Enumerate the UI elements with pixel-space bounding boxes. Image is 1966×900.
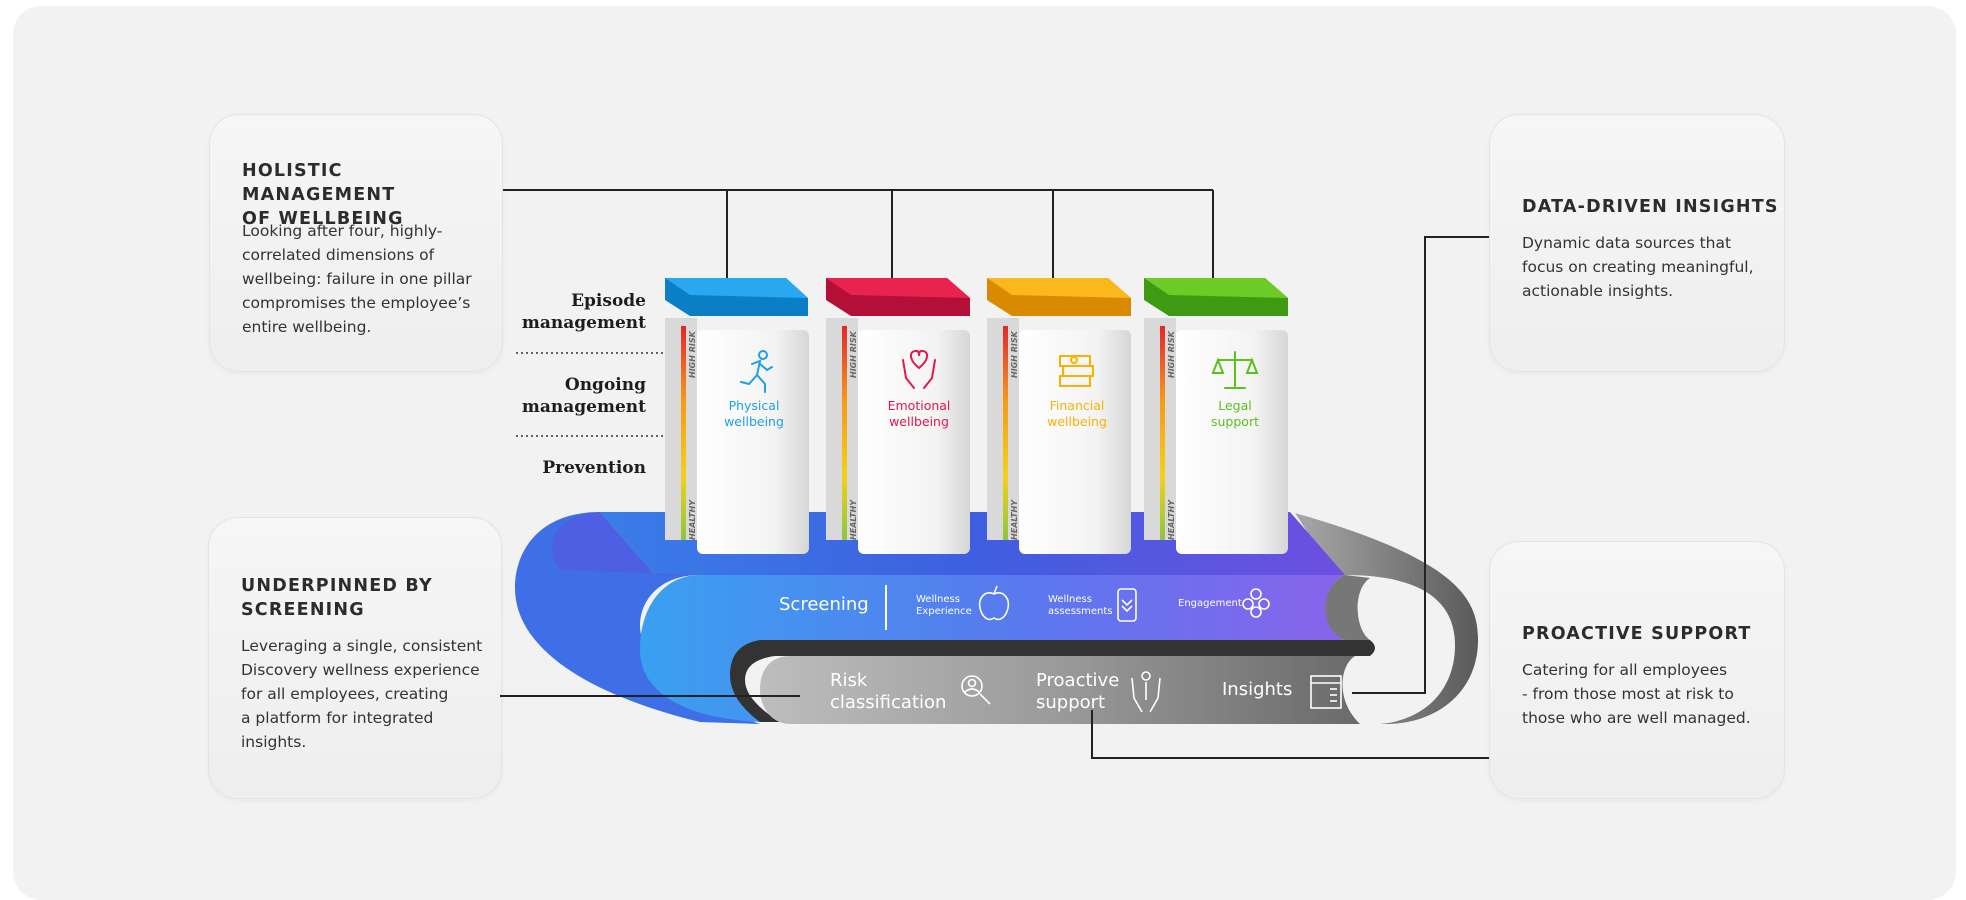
financial-high-risk: HIGH RISK <box>1010 331 1019 378</box>
pillar-label-legal: Legal support <box>1211 398 1259 429</box>
legal-healthy: HEALTHY <box>1167 499 1176 540</box>
label-episode-management: Episode management <box>521 291 646 333</box>
belt-risk-classification-label: Risk classification <box>830 670 947 713</box>
belt-engagement-label: Engagement <box>1178 598 1242 609</box>
legal-high-risk: HIGH RISK <box>1167 331 1176 378</box>
belt-wellness-experience-label: Wellness Experience <box>916 594 972 617</box>
emotional-high-risk: HIGH RISK <box>849 331 858 378</box>
physical-healthy: HEALTHY <box>688 499 697 540</box>
belt-screening-label: Screening <box>779 594 869 615</box>
pillar-label-financial: Financial wellbeing <box>1047 398 1107 429</box>
belt-wellness-assessments-label: Wellness assessments <box>1048 594 1113 617</box>
conveyor-diagram <box>500 189 1489 759</box>
pillar-label-physical: Physical wellbeing <box>724 398 784 429</box>
physical-high-risk: HIGH RISK <box>688 331 697 378</box>
belt-proactive-support-label: Proactive support <box>1036 670 1120 713</box>
label-ongoing-management: Ongoing management <box>521 375 646 417</box>
financial-healthy: HEALTHY <box>1010 499 1019 540</box>
belt-insights-label: Insights <box>1222 679 1293 700</box>
label-prevention: Prevention <box>542 458 646 478</box>
emotional-healthy: HEALTHY <box>849 499 858 540</box>
pillar-label-emotional: Emotional wellbeing <box>887 398 951 429</box>
